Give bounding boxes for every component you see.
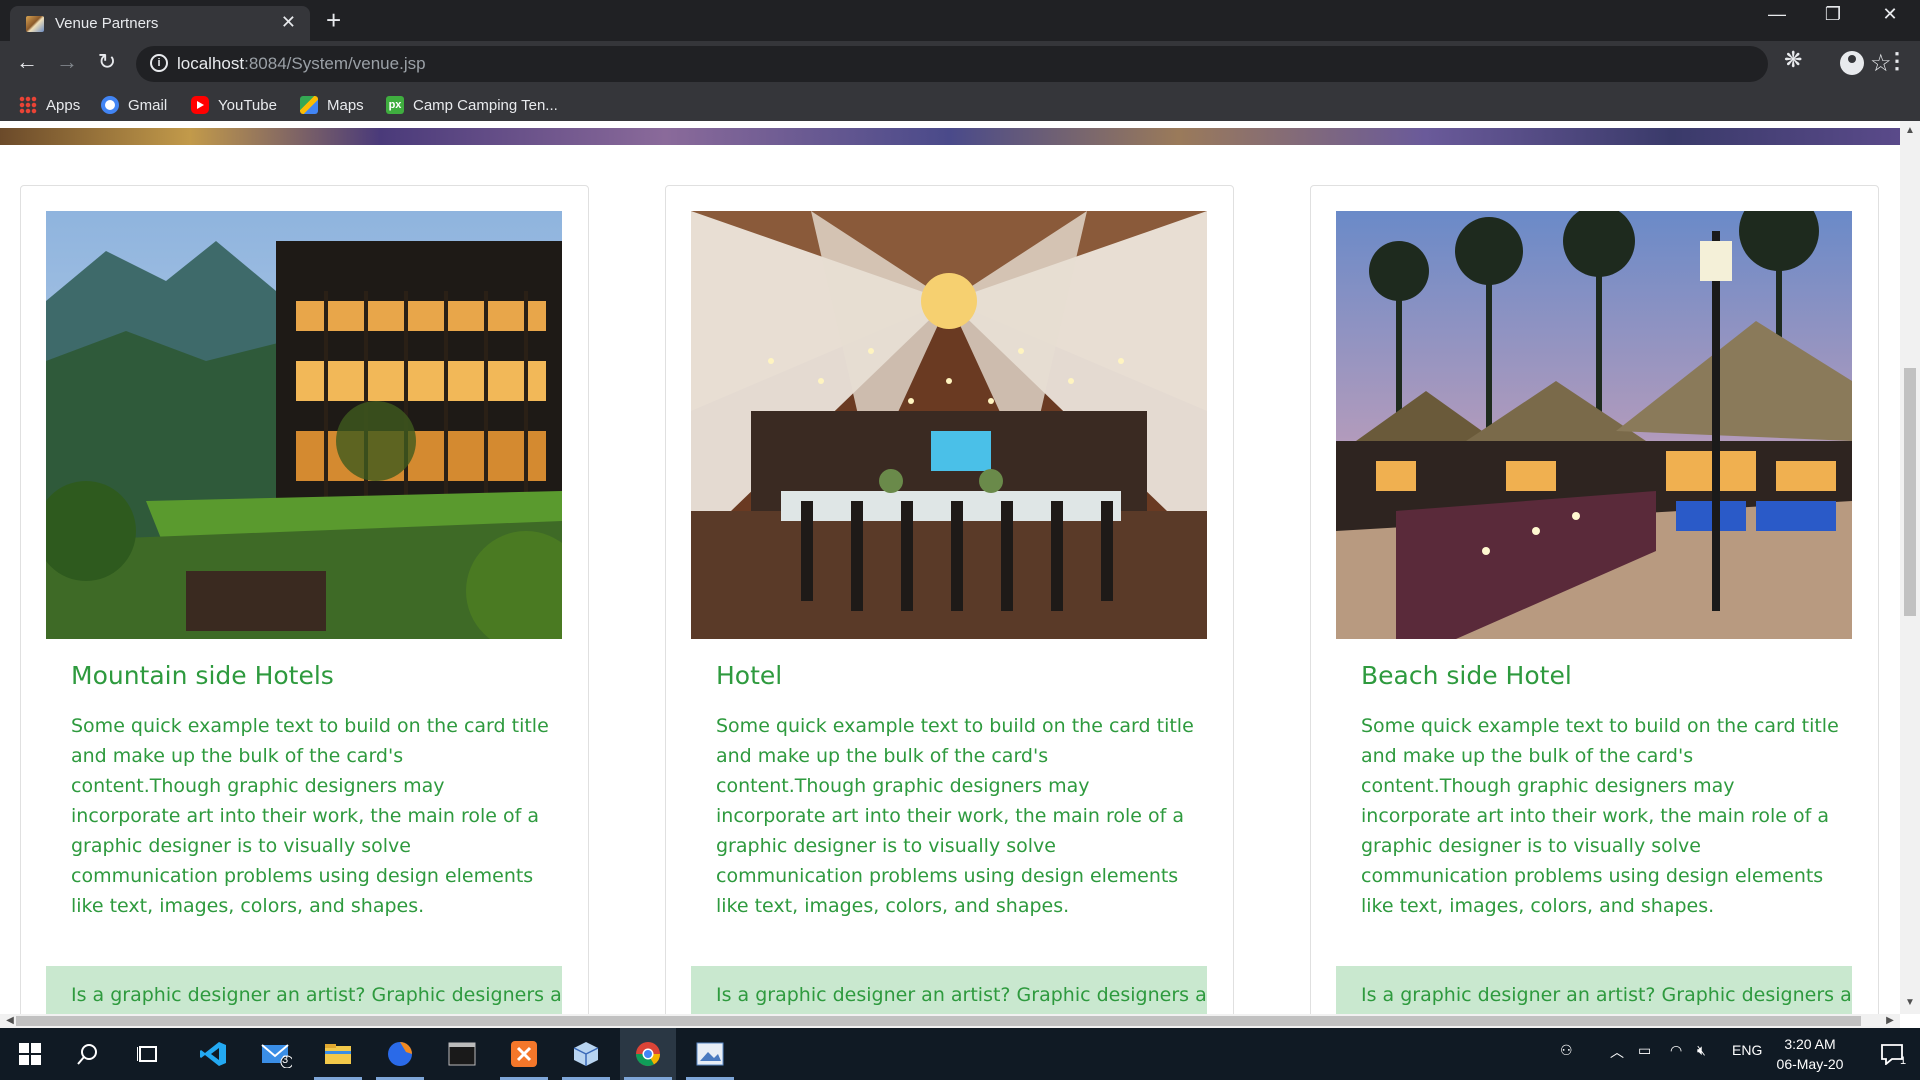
- hero-image-strip: [0, 128, 1900, 145]
- url-text[interactable]: localhost:8084/System/venue.jsp: [177, 54, 426, 74]
- firefox-icon[interactable]: [372, 1028, 428, 1080]
- clock-time: 3:20 AM: [1784, 1036, 1836, 1052]
- people-icon[interactable]: ⚇: [1560, 1042, 1573, 1059]
- forward-arrow-icon[interactable]: →: [52, 49, 82, 75]
- scroll-down-arrow-icon[interactable]: ▼: [1900, 997, 1920, 1008]
- card-title: Hotel: [716, 661, 783, 690]
- youtube-icon: [191, 96, 209, 114]
- new-tab-button[interactable]: +: [326, 5, 341, 36]
- card-footer: Is a graphic designer an artist? Graphic…: [1336, 966, 1852, 1014]
- maps-icon: [300, 96, 318, 114]
- bookmark-youtube[interactable]: YouTube: [191, 94, 277, 116]
- bookmark-label: YouTube: [218, 96, 277, 114]
- tab-close-icon[interactable]: ✕: [281, 12, 296, 33]
- scroll-right-arrow-icon[interactable]: ▶: [1880, 1015, 1900, 1026]
- card-title: Mountain side Hotels: [71, 661, 334, 690]
- xampp-icon[interactable]: [496, 1028, 552, 1080]
- bookmark-label: Maps: [327, 96, 364, 114]
- venue-card-mountain: Mountain side Hotels Some quick example …: [20, 185, 589, 1014]
- card-footer-text: Is a graphic designer an artist? Graphic…: [71, 984, 562, 1006]
- mail-icon[interactable]: 3: [248, 1028, 304, 1080]
- notification-count: 1: [1900, 1055, 1907, 1067]
- file-explorer-icon[interactable]: [310, 1028, 366, 1080]
- px-icon: px: [386, 96, 404, 114]
- terminal-icon[interactable]: [434, 1028, 490, 1080]
- info-icon[interactable]: i: [150, 54, 168, 72]
- bookmark-camp[interactable]: px Camp Camping Ten...: [386, 94, 558, 116]
- bookmarks-bar: Apps Gmail YouTube Maps px Camp Camping …: [0, 87, 1920, 121]
- bookmark-maps[interactable]: Maps: [300, 94, 364, 116]
- clock-date: 06-May-20: [1776, 1056, 1844, 1072]
- card-text: Some quick example text to build on the …: [1361, 715, 1839, 917]
- bookmark-label: Apps: [46, 96, 81, 114]
- back-arrow-icon[interactable]: ←: [12, 49, 42, 75]
- tab-title: Venue Partners: [55, 15, 159, 32]
- volume-muted-icon[interactable]: 🔇︎: [1697, 1042, 1706, 1059]
- horizontal-scrollbar[interactable]: ◀ ▶: [0, 1014, 1900, 1028]
- profile-avatar-icon[interactable]: [1840, 51, 1864, 75]
- beach-restaurant-photo: [1336, 211, 1852, 639]
- bookmark-label: Camp Camping Ten...: [413, 96, 558, 114]
- notification-center-icon[interactable]: 1: [1864, 1028, 1920, 1080]
- vertical-scrollbar[interactable]: ▲ ▼: [1900, 121, 1920, 1014]
- menu-dots-icon[interactable]: ⋮: [1886, 48, 1908, 74]
- wifi-icon[interactable]: ◠: [1670, 1042, 1682, 1059]
- bookmark-apps[interactable]: Apps: [19, 94, 80, 116]
- vscode-icon[interactable]: [185, 1028, 241, 1080]
- browser-titlebar: Venue Partners ✕ + — ❐ ✕: [0, 0, 1920, 41]
- card-title: Beach side Hotel: [1361, 661, 1572, 690]
- banquet-hall-photo: [691, 211, 1207, 639]
- address-bar[interactable]: i localhost:8084/System/venue.jsp ☆: [136, 46, 1892, 82]
- search-icon[interactable]: [60, 1028, 116, 1080]
- close-window-button[interactable]: ✕: [1870, 4, 1910, 25]
- task-view-icon[interactable]: [120, 1028, 176, 1080]
- apps-grid-icon: [19, 96, 37, 114]
- page-viewport: Mountain side Hotels Some quick example …: [0, 121, 1900, 1014]
- card-footer: Is a graphic designer an artist? Graphic…: [46, 966, 562, 1014]
- browser-toolbar: ← → ↻ i localhost:8084/System/venue.jsp …: [0, 41, 1920, 87]
- minimize-button[interactable]: —: [1757, 4, 1797, 25]
- windows-taskbar: 3 ⚇ ︿ ▭ ◠ 🔇︎ ENG 3:20 AM 06-May-20 1: [0, 1028, 1920, 1080]
- clock[interactable]: 3:20 AM 06-May-20: [1770, 1034, 1850, 1074]
- photos-app-icon[interactable]: [682, 1028, 738, 1080]
- browser-tab[interactable]: Venue Partners ✕: [10, 6, 310, 41]
- battery-icon[interactable]: ▭: [1638, 1042, 1651, 1059]
- horizontal-scroll-thumb[interactable]: [16, 1016, 1861, 1026]
- scroll-up-arrow-icon[interactable]: ▲: [1900, 125, 1920, 136]
- card-footer-text: Is a graphic designer an artist? Graphic…: [1361, 984, 1852, 1006]
- bookmark-gmail[interactable]: Gmail: [101, 94, 167, 116]
- gmail-icon: [101, 96, 119, 114]
- bookmark-label: Gmail: [128, 96, 168, 114]
- restore-button[interactable]: ❐: [1813, 4, 1853, 25]
- mail-badge: 3: [282, 1054, 289, 1066]
- windows-start-icon[interactable]: [2, 1028, 58, 1080]
- card-text: Some quick example text to build on the …: [716, 715, 1194, 917]
- chrome-icon[interactable]: [620, 1028, 676, 1080]
- vertical-scroll-thumb[interactable]: [1904, 368, 1916, 616]
- mountain-hotel-photo: [46, 211, 562, 639]
- venue-card-hotel: Hotel Some quick example text to build o…: [665, 185, 1234, 1014]
- card-footer-text: Is a graphic designer an artist? Graphic…: [716, 984, 1207, 1006]
- card-text: Some quick example text to build on the …: [71, 715, 549, 917]
- tab-favicon-icon: [26, 16, 44, 32]
- card-footer: Is a graphic designer an artist? Graphic…: [691, 966, 1207, 1014]
- virtualbox-icon[interactable]: [558, 1028, 614, 1080]
- language-indicator[interactable]: ENG: [1732, 1042, 1762, 1058]
- show-hidden-icons-chevron-up-icon[interactable]: ︿: [1610, 1042, 1624, 1062]
- extension-icon[interactable]: ❋: [1784, 47, 1802, 73]
- venue-card-beach: Beach side Hotel Some quick example text…: [1310, 185, 1879, 1014]
- reload-icon[interactable]: ↻: [92, 49, 122, 75]
